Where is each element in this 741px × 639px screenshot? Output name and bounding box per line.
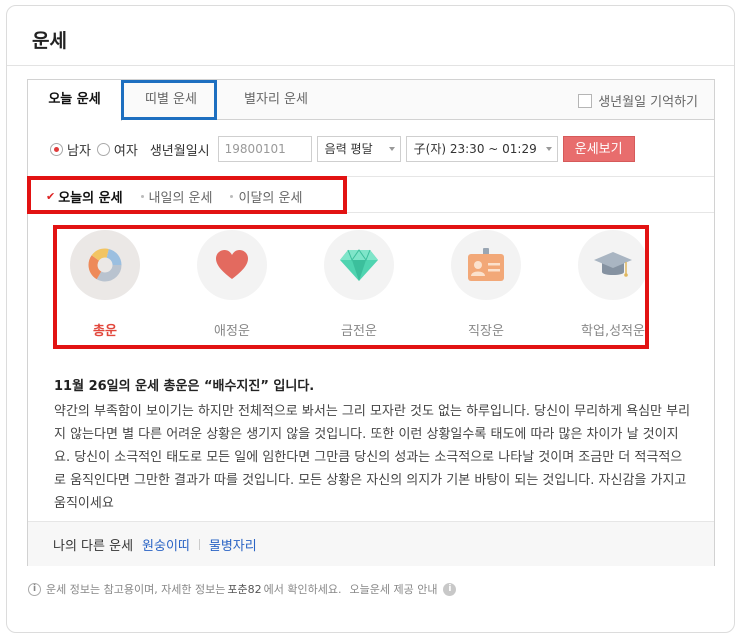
- remember-birthdate[interactable]: 생년월일 기억하기: [578, 91, 698, 110]
- link-monkey[interactable]: 원숭이띠: [142, 535, 190, 554]
- notice-provider[interactable]: 오늘운세 제공 안내: [350, 581, 438, 597]
- calendar-select[interactable]: 음력 평달: [316, 136, 401, 162]
- annotation-highlight-categories: [53, 225, 649, 349]
- view-fortune-button[interactable]: 운세보기: [562, 136, 635, 162]
- birth-label: 생년월일시: [149, 143, 210, 159]
- fortune-title: 11월 26일의 운세 총운은 “배수지진” 입니다.: [54, 379, 315, 394]
- birth-form: 남자 여자 생년월일시 19800101 음력 평달 子(자) 23:30 ~ …: [50, 136, 635, 162]
- gender-male-radio[interactable]: [50, 142, 63, 156]
- info-icon[interactable]: i: [443, 582, 457, 596]
- gender-female-radio[interactable]: [96, 142, 110, 156]
- tab-today[interactable]: 오늘 운세: [28, 80, 122, 121]
- tab-constellation[interactable]: 별자리 운세: [222, 80, 330, 120]
- gender-male-label: 남자: [67, 143, 91, 159]
- other-fortunes-label: 나의 다른 운세: [53, 538, 134, 554]
- notice-brand[interactable]: 포춘82: [227, 581, 261, 597]
- card-title: 운세: [32, 30, 67, 52]
- remember-label: 생년월일 기억하기: [598, 95, 698, 110]
- info-icon: i: [28, 582, 41, 596]
- birthdate-input[interactable]: 19800101: [217, 136, 312, 162]
- gender-male-option[interactable]: 남자: [50, 140, 91, 159]
- fortune-content: 11월 26일의 운세 총운은 “배수지진” 입니다. 약간의 부족함이 보이기…: [54, 375, 694, 515]
- birth-time-select[interactable]: 子(자) 23:30 ~ 01:29: [405, 136, 558, 162]
- annotation-highlight-subtabs: [27, 176, 347, 214]
- annotation-highlight-blue: [121, 80, 217, 120]
- remember-checkbox[interactable]: [578, 93, 593, 108]
- notice: i 운세 정보는 참고용이며, 자세한 정보는 포춘82 에서 확인하세요. 오…: [28, 581, 457, 597]
- divider: [198, 538, 200, 550]
- notice-text2: 에서 확인하세요.: [263, 583, 342, 596]
- other-fortunes: 나의 다른 운세 원숭이띠 물병자리: [28, 521, 714, 566]
- gender-female-option[interactable]: 여자: [96, 140, 138, 159]
- divider: [7, 65, 734, 66]
- link-aquarius[interactable]: 물병자리: [209, 535, 257, 554]
- fortune-body: 약간의 부족함이 보이기는 하지만 전체적으로 봐서는 그리 모자란 것도 없는…: [54, 404, 691, 511]
- gender-female-label: 여자: [113, 143, 138, 159]
- notice-text1: 운세 정보는 참고용이며, 자세한 정보는: [46, 583, 226, 596]
